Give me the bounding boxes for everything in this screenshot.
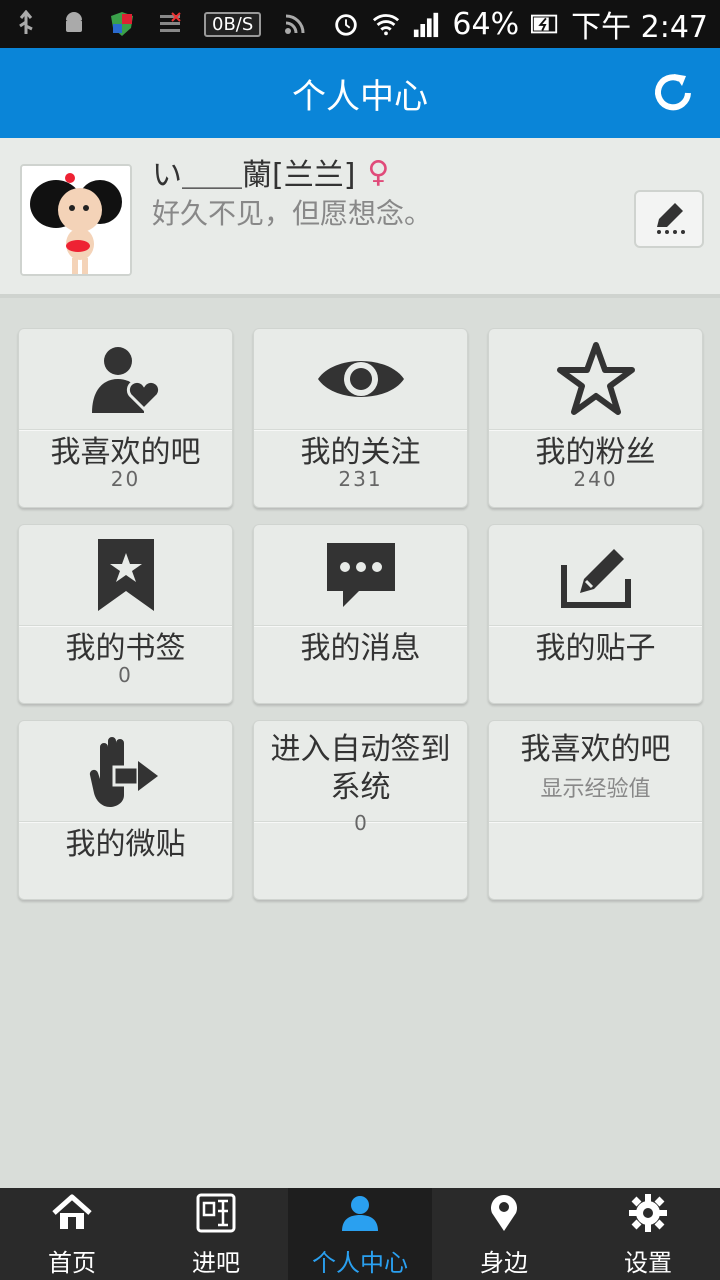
person-icon: [338, 1191, 382, 1241]
rss-icon: [281, 10, 309, 38]
tile-count: 0: [354, 811, 367, 835]
message-icon: [254, 525, 467, 625]
status-right: 64% 下午 2:47: [332, 2, 708, 46]
page-title: 个人中心: [292, 76, 428, 117]
tile-label: 我的关注: [300, 435, 421, 470]
status-bar: 0B/S 64% 下午 2:47: [0, 0, 720, 48]
tile-following[interactable]: 我的关注 231: [253, 328, 468, 508]
post-edit-icon: [489, 525, 702, 625]
wifi-icon: [372, 10, 400, 38]
tile-bookmarks[interactable]: 我的书签 0: [18, 524, 233, 704]
bottom-nav: 首页 进吧 个人中心 身边 设置: [0, 1188, 720, 1280]
tile-label: 我的书签: [65, 631, 186, 666]
nav-settings[interactable]: 设置: [576, 1188, 720, 1280]
star-icon: [489, 329, 702, 429]
nav-label: 进吧: [192, 1248, 240, 1277]
usb-icon: [12, 10, 40, 38]
tile-count: 0: [118, 663, 133, 687]
gear-icon: [626, 1191, 670, 1241]
tile-label: 我喜欢的吧: [520, 732, 671, 767]
alarm-icon: [332, 10, 360, 38]
tile-messages[interactable]: 我的消息: [253, 524, 468, 704]
tile-fans[interactable]: 我的粉丝 240: [488, 328, 703, 508]
status-left: 0B/S: [12, 10, 309, 38]
nav-label: 个人中心: [312, 1248, 408, 1277]
tile-count: 231: [338, 467, 383, 491]
tie-icon: [194, 1191, 238, 1241]
eye-icon: [254, 329, 467, 429]
female-icon: ♀: [367, 154, 390, 190]
avatar[interactable]: [20, 164, 132, 276]
app-header: 个人中心: [0, 48, 720, 138]
tile-liked-forums[interactable]: 我喜欢的吧 20: [18, 328, 233, 508]
refresh-icon[interactable]: [650, 70, 696, 116]
tile-forum-experience[interactable]: 我喜欢的吧 显示经验值: [488, 720, 703, 900]
edit-profile-button[interactable]: [634, 190, 704, 248]
clock: 下午 2:47: [571, 10, 708, 45]
user-heart-icon: [19, 329, 232, 429]
home-icon: [50, 1191, 94, 1241]
hand-share-icon: [19, 721, 232, 821]
nav-label: 设置: [624, 1248, 672, 1277]
tile-sub-label: 显示经验值: [540, 777, 651, 802]
edit-icon: [649, 197, 689, 241]
tile-divider: [489, 821, 702, 823]
tile-posts[interactable]: 我的贴子: [488, 524, 703, 704]
signature: 好久不见，但愿想念。: [152, 197, 433, 230]
tile-auto-signin[interactable]: 进入自动签到系统 0: [253, 720, 468, 900]
signal-bars-icon: [412, 10, 440, 38]
tile-label: 进入自动签到系统: [270, 732, 451, 805]
tile-label: 我的粉丝: [535, 435, 656, 470]
location-icon: [482, 1191, 526, 1241]
bookmark-icon: [19, 525, 232, 625]
battery-percent: 64%: [452, 6, 520, 42]
nav-nearby[interactable]: 身边: [432, 1188, 576, 1280]
tile-label: 我的消息: [300, 631, 421, 666]
menu-grid: 我喜欢的吧 20 我的关注 231 我的粉丝 240 我的书签 0 我的消息 我…: [18, 328, 703, 900]
tile-count: 240: [573, 467, 618, 491]
tile-micro-posts[interactable]: 我的微贴: [18, 720, 233, 900]
nav-label: 身边: [480, 1248, 528, 1277]
nav-personal-center[interactable]: 个人中心: [288, 1188, 432, 1280]
android-icon: [60, 10, 88, 38]
shield-icon: [108, 10, 136, 38]
tile-label: 我喜欢的吧: [50, 435, 201, 470]
tile-count: 20: [110, 467, 141, 491]
nav-forums[interactable]: 进吧: [144, 1188, 288, 1280]
username-row: い＿＿蘭[兰兰] ♀: [152, 150, 389, 194]
battery-icon: [531, 10, 559, 38]
signal-x-icon: [156, 10, 184, 38]
nav-label: 首页: [48, 1248, 96, 1277]
tile-label: 我的贴子: [535, 631, 656, 666]
nav-home[interactable]: 首页: [0, 1188, 144, 1280]
network-speed: 0B/S: [204, 11, 262, 37]
profile-card: い＿＿蘭[兰兰] ♀ 好久不见，但愿想念。: [0, 138, 720, 298]
tile-label: 我的微贴: [65, 827, 186, 862]
username: い＿＿蘭[兰兰]: [152, 158, 356, 193]
